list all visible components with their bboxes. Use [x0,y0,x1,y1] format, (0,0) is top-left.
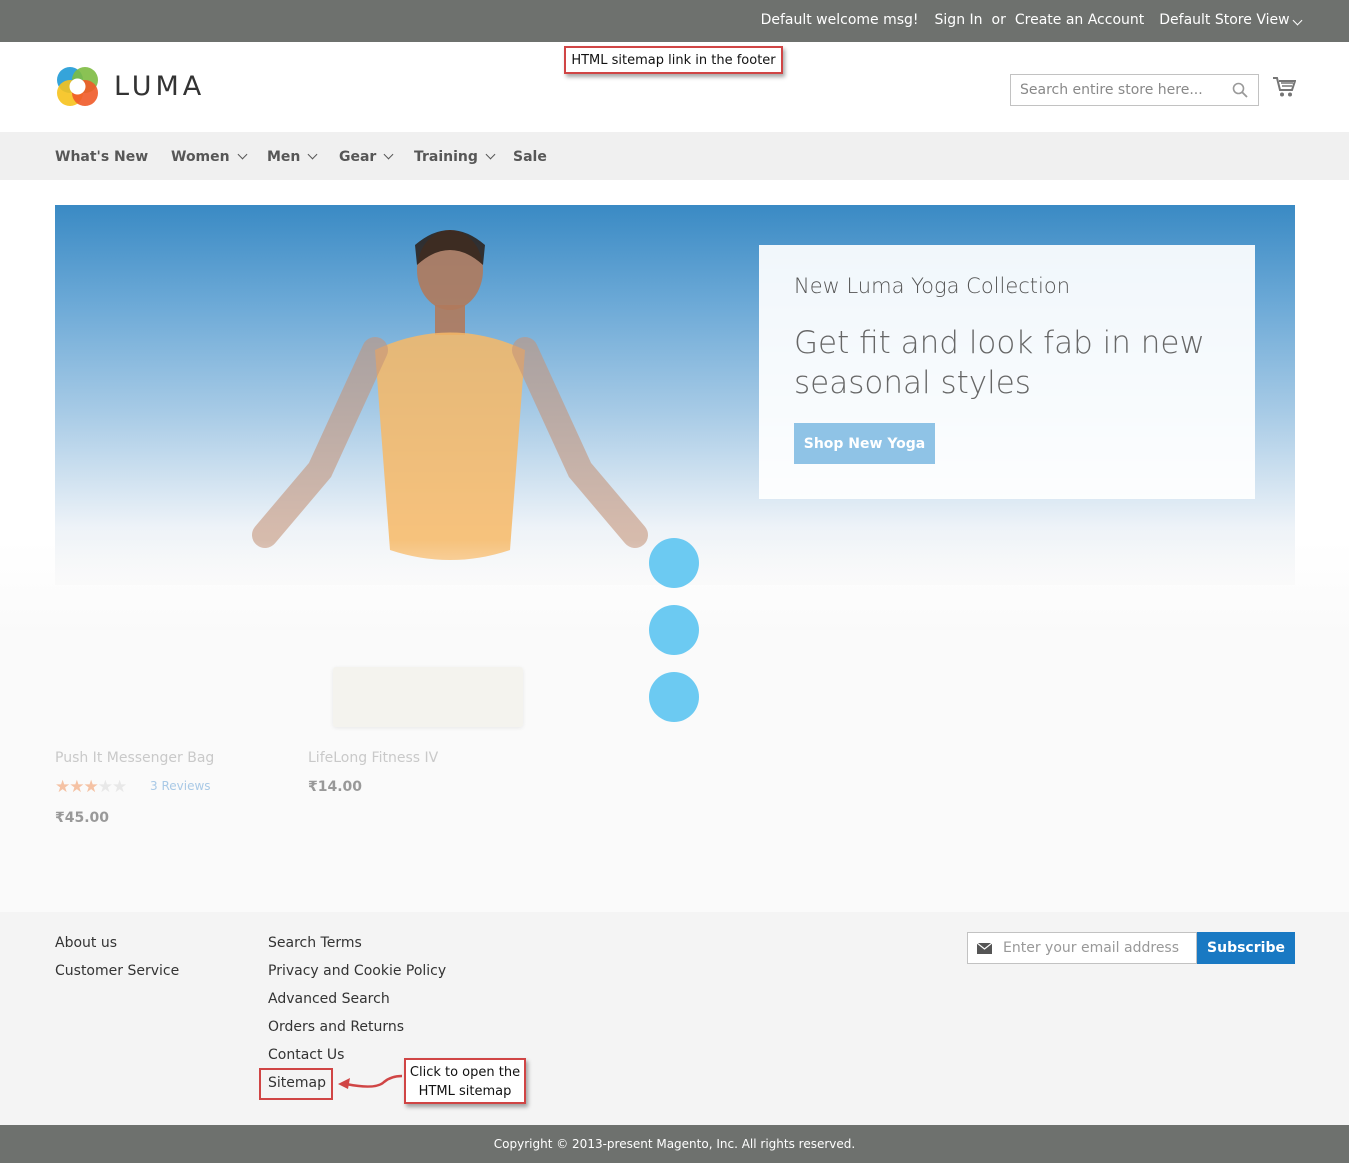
product-image[interactable] [333,667,523,727]
copyright-bar: Copyright © 2013-present Magento, Inc. A… [0,1125,1349,1163]
nav-item-training[interactable]: Training [414,149,496,165]
shop-new-yoga-button[interactable]: Shop New Yoga [794,423,935,464]
luma-logo-icon [55,64,100,109]
footer-link-customer-service[interactable]: Customer Service [55,963,179,979]
create-account-link[interactable]: Create an Account [1015,12,1144,28]
annotation-open-sitemap: Click to open the HTML sitemap [404,1058,526,1104]
newsletter-field [967,932,1197,964]
nav-item-whats-new[interactable]: What's New [55,149,148,165]
footer-link-about-us[interactable]: About us [55,935,117,951]
annotation-sitemap-highlight [259,1068,333,1100]
chevron-down-icon [237,149,248,160]
welcome-message: Default welcome msg! [760,12,919,28]
promo-title: Get fit and look fab in new seasonal sty… [794,325,1205,401]
loading-overlay [0,540,1349,912]
or-separator: or [991,12,1006,28]
footer-link-privacy-policy[interactable]: Privacy and Cookie Policy [268,963,446,979]
product-name[interactable]: Push It Messenger Bag [55,750,214,766]
promo-subtitle: New Luma Yoga Collection [794,274,1071,298]
newsletter-email-input[interactable] [1003,933,1193,963]
loader-dot [649,672,699,722]
loader-dot [649,538,699,588]
subscribe-button[interactable]: Subscribe [1197,932,1295,964]
loader-dot [649,605,699,655]
footer-link-contact-us[interactable]: Contact Us [268,1047,344,1063]
store-view-switcher[interactable]: Default Store View [1159,12,1303,28]
store-view-label: Default Store View [1159,12,1290,28]
product-price: ₹45.00 [55,810,110,826]
top-bar: Default welcome msg! Sign In or Create a… [0,0,1349,42]
top-links: Default welcome msg! Sign In or Create a… [760,12,1303,28]
search-input[interactable] [1011,75,1221,105]
main-navigation: What's New Women Men Gear Training Sale [0,132,1349,180]
footer-link-orders-returns[interactable]: Orders and Returns [268,1019,404,1035]
chevron-down-icon [485,149,496,160]
yoga-woman-image [252,230,648,560]
search-icon[interactable] [1232,82,1248,98]
footer: About us Customer Service Search Terms P… [0,912,1349,1125]
nav-item-sale[interactable]: Sale [513,149,547,165]
product-price: ₹14.00 [308,779,363,795]
footer-link-advanced-search[interactable]: Advanced Search [268,991,390,1007]
nav-item-men[interactable]: Men [267,149,318,165]
logo[interactable]: LUMA [55,64,205,109]
mail-icon [977,943,992,954]
footer-link-search-terms[interactable]: Search Terms [268,935,362,951]
chevron-down-icon [1292,15,1303,26]
nav-item-women[interactable]: Women [171,149,248,165]
hero-promo-panel: New Luma Yoga Collection Get fit and loo… [759,245,1255,499]
reviews-link[interactable]: 3 Reviews [150,779,211,793]
logo-text: LUMA [114,71,206,102]
nav-item-gear[interactable]: Gear [339,149,394,165]
annotation-sitemap-footer: HTML sitemap link in the footer [564,46,783,74]
product-name[interactable]: LifeLong Fitness IV [308,750,438,766]
annotation-arrow-icon [338,1074,403,1089]
chevron-down-icon [307,149,318,160]
cart-icon[interactable] [1272,76,1296,98]
chevron-down-icon [383,149,394,160]
sign-in-link[interactable]: Sign In [935,12,983,28]
rating-stars: ★★★★★ [55,777,127,797]
search-box [1010,74,1259,106]
